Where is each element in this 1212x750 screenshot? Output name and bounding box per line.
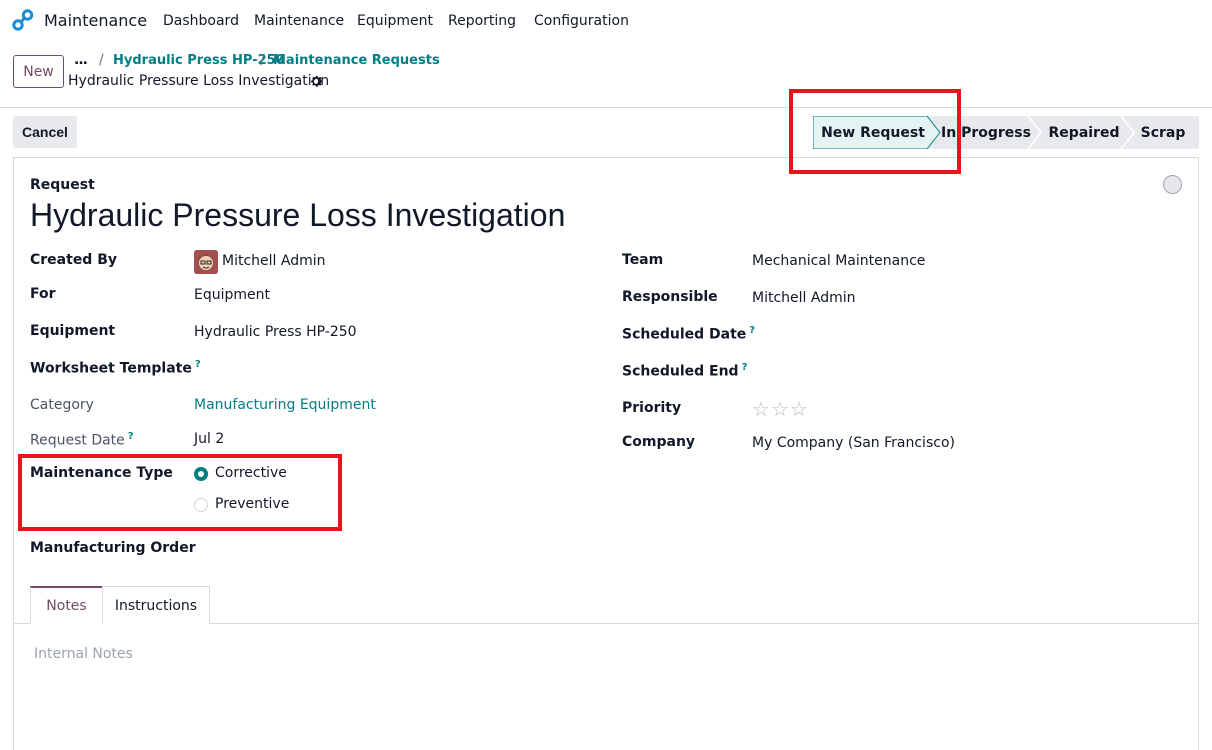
created-by-value[interactable]: Mitchell Admin: [222, 253, 326, 269]
top-navbar: Maintenance Dashboard Maintenance Equipm…: [0, 0, 1212, 42]
for-label: For: [30, 286, 56, 302]
tab-instructions[interactable]: Instructions: [102, 586, 210, 624]
request-date-text: Request Date: [30, 432, 125, 449]
created-by-label: Created By: [30, 252, 118, 268]
responsible-value[interactable]: Mitchell Admin: [752, 290, 856, 306]
request-date-label: Request Date?: [30, 431, 134, 449]
worksheet-template-text: Worksheet Template: [30, 360, 192, 377]
team-value[interactable]: Mechanical Maintenance: [752, 253, 925, 269]
control-panel: New ... / Hydraulic Press HP-250 / Maint…: [0, 42, 1212, 108]
help-tooltip-icon[interactable]: ?: [195, 359, 201, 370]
help-tooltip-icon[interactable]: ?: [742, 362, 748, 373]
scheduled-end-text: Scheduled End: [622, 363, 739, 380]
radio-corrective-label[interactable]: Corrective: [215, 465, 287, 481]
scheduled-end-label: Scheduled End?: [622, 362, 747, 380]
maintenance-type-label: Maintenance Type: [30, 465, 173, 481]
status-circle-icon[interactable]: [1163, 175, 1182, 194]
help-tooltip-icon[interactable]: ?: [749, 325, 755, 336]
scheduled-date-label: Scheduled Date?: [622, 325, 755, 343]
category-value[interactable]: Manufacturing Equipment: [194, 397, 376, 413]
notes-input[interactable]: Internal Notes: [34, 646, 133, 662]
stage-in-progress[interactable]: In Progress: [941, 116, 1031, 149]
breadcrumb-equipment[interactable]: Hydraulic Press HP-250: [113, 53, 285, 68]
breadcrumb-ellipsis[interactable]: ...: [74, 52, 88, 68]
manufacturing-order-label: Manufacturing Order: [30, 540, 196, 556]
avatar: [194, 250, 218, 274]
category-label: Category: [30, 397, 94, 413]
tab-notes[interactable]: Notes: [30, 586, 103, 624]
for-value[interactable]: Equipment: [194, 287, 270, 303]
star-icon[interactable]: ☆: [790, 397, 809, 421]
nav-configuration[interactable]: Configuration: [534, 13, 629, 29]
stage-repaired[interactable]: Repaired: [1041, 116, 1127, 149]
radio-corrective[interactable]: [194, 467, 208, 481]
help-tooltip-icon[interactable]: ?: [128, 431, 134, 442]
radio-preventive-label[interactable]: Preventive: [215, 496, 289, 512]
stage-new-request[interactable]: New Request: [813, 116, 933, 149]
nav-dashboard[interactable]: Dashboard: [163, 13, 239, 29]
cancel-button[interactable]: Cancel: [13, 116, 77, 148]
app-name[interactable]: Maintenance: [44, 11, 147, 30]
stage-scrap[interactable]: Scrap: [1135, 116, 1191, 149]
request-date-value[interactable]: Jul 2: [194, 431, 224, 447]
responsible-label: Responsible: [622, 289, 718, 305]
breadcrumb-separator: /: [99, 52, 104, 68]
team-label: Team: [622, 252, 664, 268]
nav-reporting[interactable]: Reporting: [448, 13, 516, 29]
company-label: Company: [622, 434, 696, 450]
nav-equipment[interactable]: Equipment: [357, 13, 433, 29]
app-logo-icon[interactable]: [12, 9, 34, 31]
form-sheet: Request Hydraulic Pressure Loss Investig…: [13, 157, 1199, 750]
status-bar: New Request In Progress Repaired Scrap: [813, 116, 1199, 149]
nav-maintenance[interactable]: Maintenance: [254, 13, 344, 29]
breadcrumb-current: Hydraulic Pressure Loss Investigation: [68, 73, 330, 89]
radio-preventive[interactable]: [194, 498, 208, 512]
equipment-label: Equipment: [30, 323, 116, 339]
company-value[interactable]: My Company (San Francisco): [752, 435, 955, 451]
star-icon[interactable]: ☆: [752, 397, 771, 421]
scheduled-date-text: Scheduled Date: [622, 326, 747, 343]
request-title[interactable]: Hydraulic Pressure Loss Investigation: [30, 197, 565, 234]
priority-label: Priority: [622, 400, 682, 416]
breadcrumb-separator: /: [260, 52, 265, 68]
equipment-value[interactable]: Hydraulic Press HP-250: [194, 324, 357, 340]
star-icon[interactable]: ☆: [771, 397, 790, 421]
priority-stars[interactable]: ☆☆☆: [752, 397, 809, 421]
new-button[interactable]: New: [13, 55, 64, 88]
breadcrumb-requests[interactable]: Maintenance Requests: [273, 53, 440, 68]
gear-icon[interactable]: [309, 74, 324, 89]
request-label: Request: [30, 177, 95, 193]
worksheet-template-label: Worksheet Template?: [30, 359, 201, 377]
